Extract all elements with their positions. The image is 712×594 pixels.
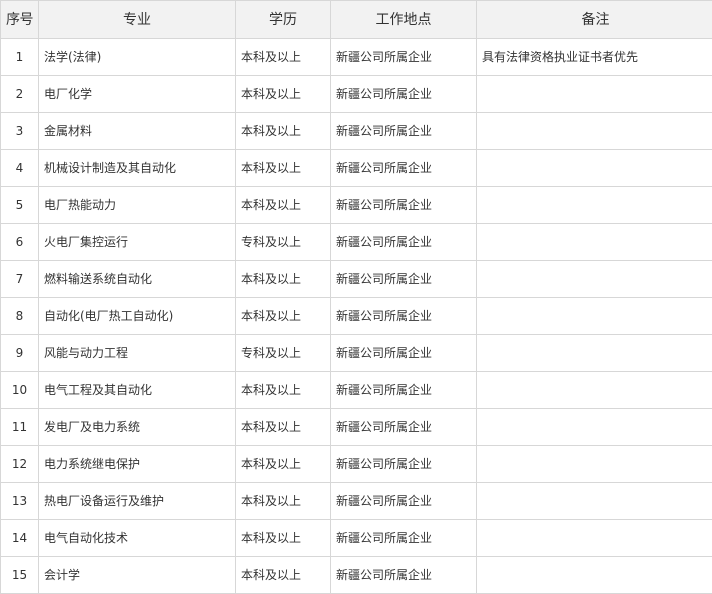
cell-number: 3 xyxy=(1,113,39,150)
header-location: 工作地点 xyxy=(331,1,477,39)
cell-number: 10 xyxy=(1,372,39,409)
cell-degree: 本科及以上 xyxy=(236,150,331,187)
cell-major: 热电厂设备运行及维护 xyxy=(39,483,236,520)
cell-location: 新疆公司所属企业 xyxy=(331,372,477,409)
table-row: 11发电厂及电力系统本科及以上新疆公司所属企业 xyxy=(1,409,712,446)
cell-note xyxy=(477,224,712,261)
table-row: 4机械设计制造及其自动化本科及以上新疆公司所属企业 xyxy=(1,150,712,187)
cell-degree: 本科及以上 xyxy=(236,76,331,113)
cell-major: 电厂化学 xyxy=(39,76,236,113)
cell-note xyxy=(477,261,712,298)
table-body: 1法学(法律)本科及以上新疆公司所属企业具有法律资格执业证书者优先2电厂化学本科… xyxy=(1,39,712,594)
cell-degree: 本科及以上 xyxy=(236,483,331,520)
cell-major: 燃料输送系统自动化 xyxy=(39,261,236,298)
cell-number: 9 xyxy=(1,335,39,372)
cell-degree: 专科及以上 xyxy=(236,335,331,372)
cell-location: 新疆公司所属企业 xyxy=(331,150,477,187)
header-row: 序号 专业 学历 工作地点 备注 xyxy=(1,1,712,39)
table-row: 10电气工程及其自动化本科及以上新疆公司所属企业 xyxy=(1,372,712,409)
cell-location: 新疆公司所属企业 xyxy=(331,483,477,520)
cell-degree: 本科及以上 xyxy=(236,557,331,594)
cell-degree: 本科及以上 xyxy=(236,113,331,150)
table-row: 14电气自动化技术本科及以上新疆公司所属企业 xyxy=(1,520,712,557)
cell-degree: 本科及以上 xyxy=(236,520,331,557)
header-major: 专业 xyxy=(39,1,236,39)
cell-number: 4 xyxy=(1,150,39,187)
table-row: 13热电厂设备运行及维护本科及以上新疆公司所属企业 xyxy=(1,483,712,520)
cell-number: 11 xyxy=(1,409,39,446)
cell-major: 电气工程及其自动化 xyxy=(39,372,236,409)
cell-note xyxy=(477,113,712,150)
table-row: 7燃料输送系统自动化本科及以上新疆公司所属企业 xyxy=(1,261,712,298)
cell-major: 金属材料 xyxy=(39,113,236,150)
cell-major: 电气自动化技术 xyxy=(39,520,236,557)
cell-note xyxy=(477,76,712,113)
cell-location: 新疆公司所属企业 xyxy=(331,557,477,594)
recruitment-table: 序号 专业 学历 工作地点 备注 1法学(法律)本科及以上新疆公司所属企业具有法… xyxy=(0,0,712,594)
cell-major: 风能与动力工程 xyxy=(39,335,236,372)
cell-number: 1 xyxy=(1,39,39,76)
table-row: 8自动化(电厂热工自动化)本科及以上新疆公司所属企业 xyxy=(1,298,712,335)
cell-note xyxy=(477,298,712,335)
cell-note xyxy=(477,446,712,483)
cell-number: 7 xyxy=(1,261,39,298)
cell-note xyxy=(477,557,712,594)
cell-number: 14 xyxy=(1,520,39,557)
cell-major: 自动化(电厂热工自动化) xyxy=(39,298,236,335)
cell-degree: 本科及以上 xyxy=(236,261,331,298)
header-degree: 学历 xyxy=(236,1,331,39)
cell-note: 具有法律资格执业证书者优先 xyxy=(477,39,712,76)
cell-degree: 本科及以上 xyxy=(236,39,331,76)
table-row: 6火电厂集控运行专科及以上新疆公司所属企业 xyxy=(1,224,712,261)
table-row: 15会计学本科及以上新疆公司所属企业 xyxy=(1,557,712,594)
cell-note xyxy=(477,150,712,187)
cell-number: 15 xyxy=(1,557,39,594)
cell-location: 新疆公司所属企业 xyxy=(331,224,477,261)
cell-location: 新疆公司所属企业 xyxy=(331,520,477,557)
cell-note xyxy=(477,335,712,372)
cell-number: 2 xyxy=(1,76,39,113)
cell-location: 新疆公司所属企业 xyxy=(331,409,477,446)
cell-location: 新疆公司所属企业 xyxy=(331,261,477,298)
cell-note xyxy=(477,187,712,224)
cell-note xyxy=(477,409,712,446)
cell-location: 新疆公司所属企业 xyxy=(331,335,477,372)
table-row: 9风能与动力工程专科及以上新疆公司所属企业 xyxy=(1,335,712,372)
cell-location: 新疆公司所属企业 xyxy=(331,446,477,483)
cell-major: 电厂热能动力 xyxy=(39,187,236,224)
table-row: 1法学(法律)本科及以上新疆公司所属企业具有法律资格执业证书者优先 xyxy=(1,39,712,76)
cell-location: 新疆公司所属企业 xyxy=(331,113,477,150)
cell-major: 机械设计制造及其自动化 xyxy=(39,150,236,187)
cell-major: 会计学 xyxy=(39,557,236,594)
cell-number: 12 xyxy=(1,446,39,483)
table-row: 5电厂热能动力本科及以上新疆公司所属企业 xyxy=(1,187,712,224)
cell-note xyxy=(477,520,712,557)
cell-degree: 本科及以上 xyxy=(236,298,331,335)
cell-location: 新疆公司所属企业 xyxy=(331,39,477,76)
cell-major: 发电厂及电力系统 xyxy=(39,409,236,446)
cell-number: 8 xyxy=(1,298,39,335)
cell-note xyxy=(477,372,712,409)
cell-location: 新疆公司所属企业 xyxy=(331,298,477,335)
cell-number: 5 xyxy=(1,187,39,224)
cell-number: 13 xyxy=(1,483,39,520)
table-row: 3金属材料本科及以上新疆公司所属企业 xyxy=(1,113,712,150)
cell-degree: 本科及以上 xyxy=(236,372,331,409)
cell-location: 新疆公司所属企业 xyxy=(331,187,477,224)
cell-note xyxy=(477,483,712,520)
cell-major: 法学(法律) xyxy=(39,39,236,76)
cell-major: 火电厂集控运行 xyxy=(39,224,236,261)
cell-degree: 本科及以上 xyxy=(236,409,331,446)
header-number: 序号 xyxy=(1,1,39,39)
table-row: 2电厂化学本科及以上新疆公司所属企业 xyxy=(1,76,712,113)
cell-degree: 本科及以上 xyxy=(236,446,331,483)
cell-location: 新疆公司所属企业 xyxy=(331,76,477,113)
cell-number: 6 xyxy=(1,224,39,261)
table-row: 12电力系统继电保护本科及以上新疆公司所属企业 xyxy=(1,446,712,483)
header-note: 备注 xyxy=(477,1,712,39)
cell-degree: 本科及以上 xyxy=(236,187,331,224)
cell-degree: 专科及以上 xyxy=(236,224,331,261)
cell-major: 电力系统继电保护 xyxy=(39,446,236,483)
